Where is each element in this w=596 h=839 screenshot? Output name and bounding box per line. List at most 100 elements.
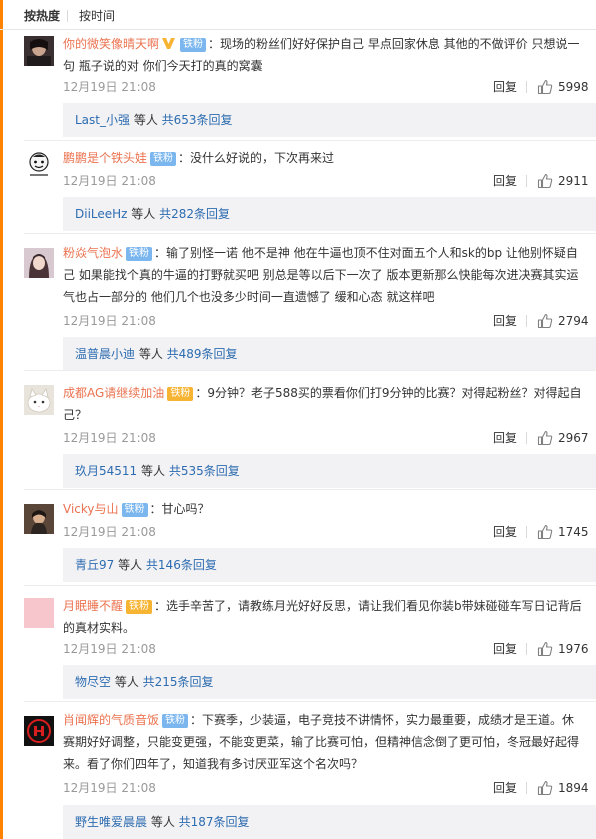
reply-button[interactable]: 回复 [493, 76, 517, 98]
fan-level-badge[interactable]: 铁粉 [126, 600, 153, 614]
reply-username[interactable]: 野生唯爱晨晨 [75, 815, 147, 829]
avatar-photo-icon [24, 504, 54, 534]
fan-level-badge[interactable]: 铁粉 [167, 387, 194, 401]
comment-text: ：没什么好说的，下次再来过 [178, 151, 335, 165]
sort-by-hot-tab[interactable]: 按热度 [24, 8, 60, 24]
replies-summary[interactable]: 温普晨小迪 等人 共489条回复 [63, 337, 596, 371]
comment-item: 鹏鹏是个铁头娃 铁粉 ：没什么好说的，下次再来过 12月19日 21:08 回复 2… [0, 141, 596, 231]
comment-username[interactable]: 成都AG请继续加油 [63, 386, 164, 400]
comment-username[interactable]: 粉焱气泡水 [63, 246, 123, 260]
fan-level-badge[interactable]: 铁粉 [126, 247, 153, 261]
thumbs-up-icon[interactable] [537, 173, 553, 189]
like-count: 2911 [558, 174, 589, 188]
replies-summary[interactable]: 物尽空 等人 共215条回复 [63, 665, 596, 699]
reply-username[interactable]: 玖月54511 [75, 464, 137, 478]
comment-username[interactable]: 月眠睡不醒 [63, 599, 123, 613]
reply-connector: 等人 [130, 113, 162, 127]
meta-separator [526, 81, 527, 93]
meta-separator [526, 432, 527, 444]
comment-username[interactable]: 肖闻辉的气质音饭 [63, 713, 159, 727]
reply-button[interactable]: 回复 [493, 638, 517, 660]
comment-meta: 12月19日 21:08 回复 1894 [63, 777, 596, 799]
replies-summary[interactable]: 野生唯爱晨晨 等人 共187条回复 [63, 805, 596, 839]
comment-meta: 12月19日 21:08 回复 2967 [63, 427, 596, 449]
meta-separator [526, 643, 527, 655]
comment-item: 成都AG请继续加油 铁粉 ：9分钟？老子588买的票看你们打9分钟的比赛？对得起粉丝… [0, 371, 596, 488]
replies-summary[interactable]: Last_小强 等人 共653条回复 [63, 103, 596, 137]
replies-summary[interactable]: DiiLeeHz 等人 共282条回复 [63, 197, 596, 231]
like-count: 1745 [558, 525, 589, 539]
thumbs-up-icon[interactable] [537, 430, 553, 446]
meta-separator [526, 782, 527, 794]
avatar[interactable] [24, 36, 54, 66]
reply-count-link[interactable]: 共489条回复 [167, 347, 238, 361]
fan-level-badge[interactable]: 铁粉 [150, 152, 177, 166]
thumbs-up-icon[interactable] [537, 79, 553, 95]
reply-button[interactable]: 回复 [493, 170, 517, 192]
reply-connector: 等人 [114, 558, 146, 572]
avatar-placeholder-icon [24, 598, 54, 628]
like-count: 2794 [558, 314, 589, 328]
meta-separator [526, 175, 527, 187]
reply-count-link[interactable]: 共215条回复 [143, 675, 214, 689]
reply-username[interactable]: DiiLeeHz [75, 207, 127, 221]
reply-count-link[interactable]: 共653条回复 [162, 113, 233, 127]
comment-username[interactable]: Vicky与山 [63, 502, 119, 516]
comment-timestamp: 12月19日 21:08 [63, 431, 156, 445]
avatar[interactable] [24, 385, 54, 415]
fan-level-badge[interactable]: 铁粉 [180, 38, 207, 52]
sort-separator [67, 10, 68, 22]
comment-item: 你的微笑像晴天啊 铁粉 ：现场的粉丝们好好保护自己 早点回家休息 其他的不做评价 只… [0, 30, 596, 137]
reply-count-link[interactable]: 共146条回复 [146, 558, 217, 572]
comment-item: 粉焱气泡水 铁粉 ：输了别怪一诺 他不是神 他在牛逼也顶不住对面五个人和sk的bp … [0, 234, 596, 371]
verified-v-icon [162, 38, 176, 49]
meta-separator [526, 526, 527, 538]
avatar[interactable] [24, 504, 54, 534]
reply-connector: 等人 [111, 675, 143, 689]
like-count: 5998 [558, 80, 589, 94]
comment-text: ：甘心吗？ [149, 502, 210, 516]
comment-timestamp: 12月19日 21:08 [63, 642, 156, 656]
comment-username[interactable]: 你的微笑像晴天啊 [63, 37, 159, 51]
thumbs-up-icon[interactable] [537, 780, 553, 796]
reply-username[interactable]: Last_小强 [75, 113, 130, 127]
thumbs-up-icon[interactable] [537, 524, 553, 540]
meme-face-icon [24, 150, 54, 180]
comment-timestamp: 12月19日 21:08 [63, 174, 156, 188]
avatar-logo-icon [24, 716, 54, 746]
comment-item: 月眠睡不醒 铁粉 ：选手辛苦了，请教练月光好好反思，请让我们看见你装b带妹碰碰车写日… [0, 586, 596, 699]
comment-timestamp: 12月19日 21:08 [63, 525, 156, 539]
comment-username[interactable]: 鹏鹏是个铁头娃 [63, 151, 147, 165]
avatar[interactable] [24, 716, 54, 746]
reply-button[interactable]: 回复 [493, 427, 517, 449]
reply-username[interactable]: 温普晨小迪 [75, 347, 135, 361]
comment-meta: 12月19日 21:08 回复 1745 [63, 521, 596, 543]
thumbs-up-icon[interactable] [537, 641, 553, 657]
reply-count-link[interactable]: 共282条回复 [159, 207, 230, 221]
fan-level-badge[interactable]: 铁粉 [162, 714, 189, 728]
avatar[interactable] [24, 598, 54, 628]
reply-count-link[interactable]: 共535条回复 [169, 464, 240, 478]
sort-bar: 按热度 按时间 [0, 0, 596, 30]
avatar[interactable] [24, 248, 54, 278]
reply-connector: 等人 [147, 815, 179, 829]
comment-meta: 12月19日 21:08 回复 1976 [63, 638, 596, 660]
reply-button[interactable]: 回复 [493, 777, 517, 799]
reply-username[interactable]: 物尽空 [75, 675, 111, 689]
reply-connector: 等人 [135, 347, 167, 361]
comment-meta: 12月19日 21:08 回复 2794 [63, 310, 596, 332]
reply-connector: 等人 [127, 207, 160, 221]
replies-summary[interactable]: 玖月54511 等人 共535条回复 [63, 454, 596, 488]
comment-item: Vicky与山 铁粉 ：甘心吗？ 12月19日 21:08 回复 1745 青丘97… [0, 490, 596, 584]
thumbs-up-icon[interactable] [537, 313, 553, 329]
avatar[interactable] [24, 150, 54, 180]
reply-count-link[interactable]: 共187条回复 [179, 815, 250, 829]
sort-by-time-tab[interactable]: 按时间 [79, 8, 115, 24]
reply-username[interactable]: 青丘97 [75, 558, 114, 572]
reply-button[interactable]: 回复 [493, 310, 517, 332]
reply-button[interactable]: 回复 [493, 521, 517, 543]
replies-summary[interactable]: 青丘97 等人 共146条回复 [63, 548, 596, 582]
fan-level-badge[interactable]: 铁粉 [121, 503, 148, 517]
like-count: 2967 [558, 431, 589, 445]
avatar-girl-icon [24, 248, 54, 278]
